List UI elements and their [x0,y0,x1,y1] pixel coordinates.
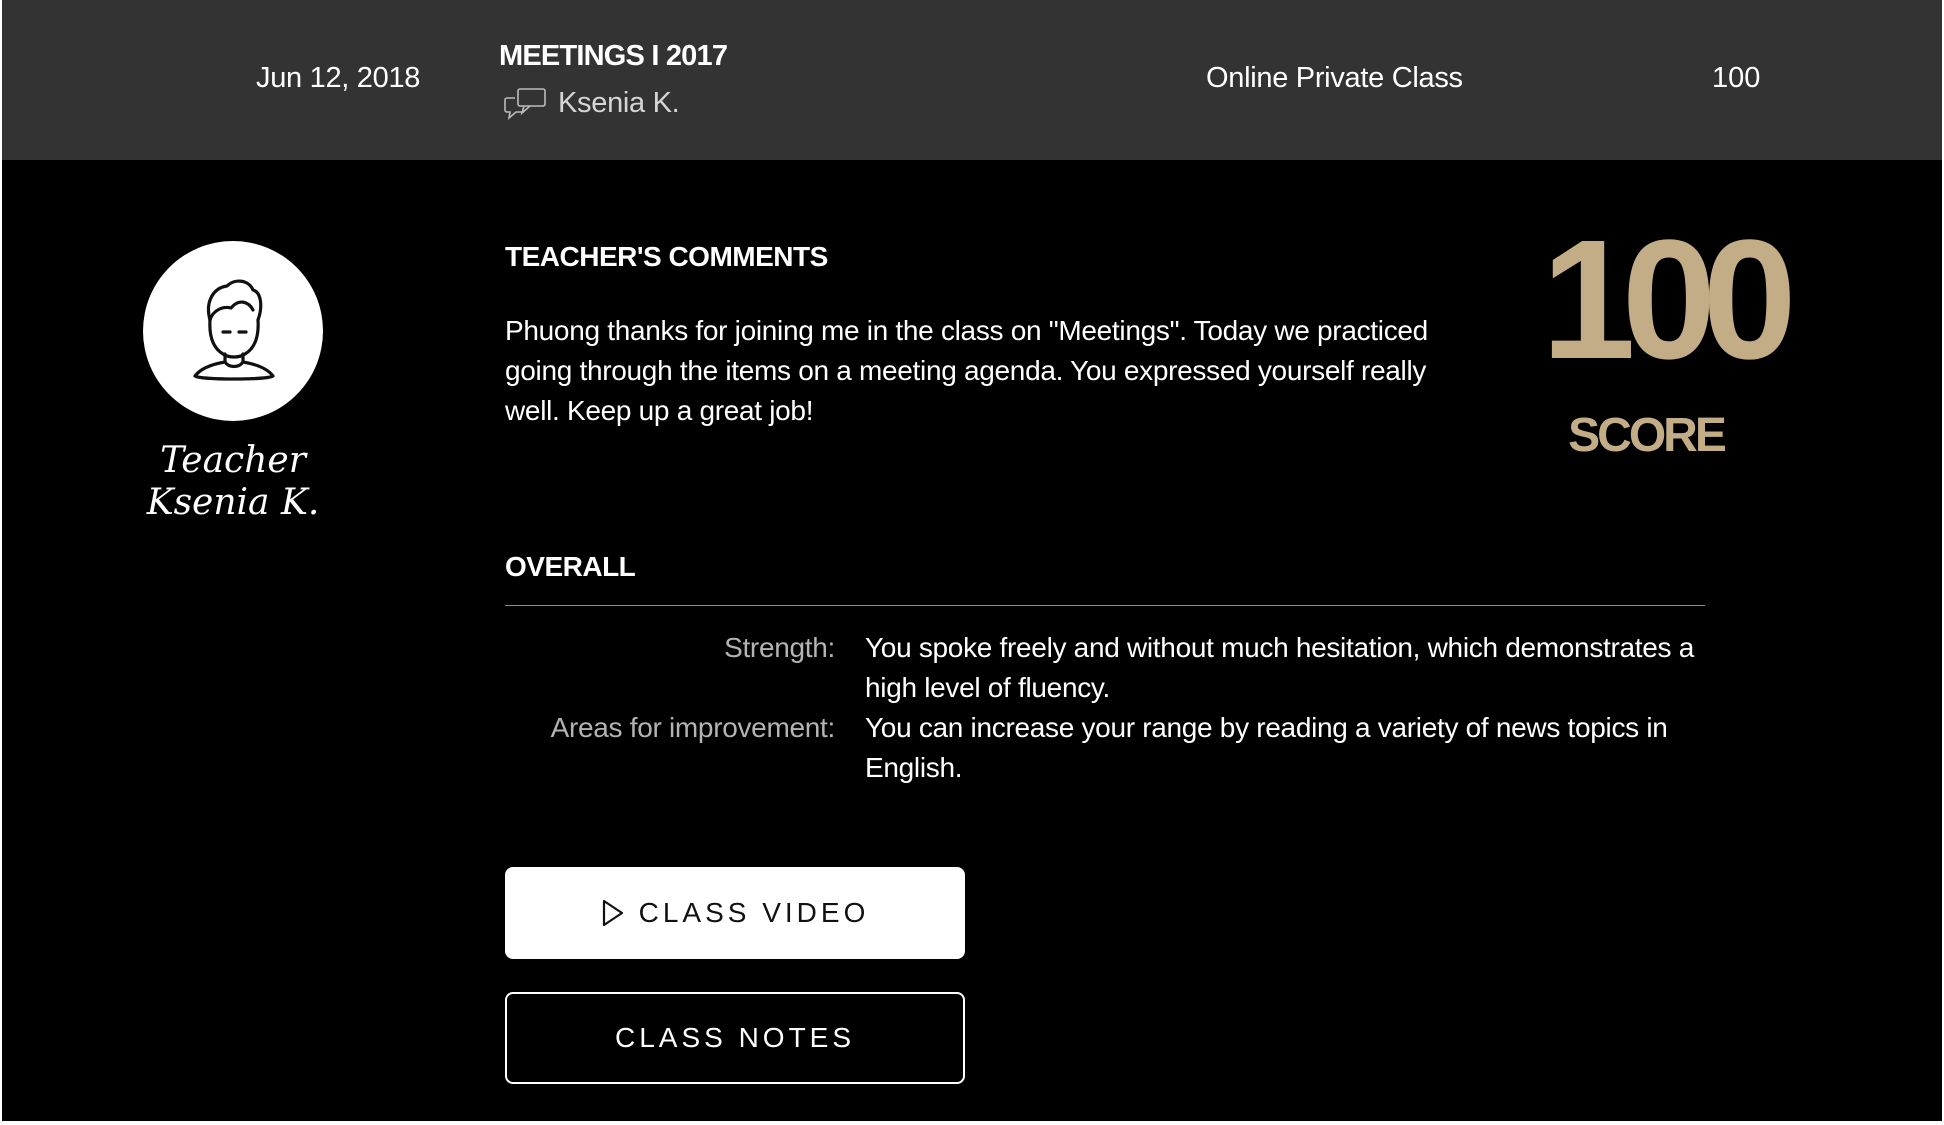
class-type: Online Private Class [1206,62,1463,94]
comments-text: Phuong thanks for joining me in the clas… [505,315,1428,426]
class-record-page: Jun 12, 2018 MEETINGS I 2017 Ksenia K. O… [2,0,1942,1121]
score-value: 100 [1541,205,1797,395]
section-divider [505,605,1705,606]
score-label: SCORE [1568,409,1727,462]
class-video-label: CLASS VIDEO [638,897,870,928]
comments-heading: TEACHER'S COMMENTS [505,241,828,272]
chat-bubbles-icon [502,86,548,120]
strength-label: Strength: [724,632,835,663]
header-teacher-name: Ksenia K. [558,86,680,119]
teacher-role: Teacher [160,440,306,481]
header-teacher: Ksenia K. [502,86,680,120]
play-icon [601,898,625,928]
class-video-button[interactable]: CLASS VIDEO [505,867,965,959]
teacher-caption: Teacher Ksenia K. [102,440,364,524]
improvement-label: Areas for improvement: [550,712,836,743]
class-header[interactable]: Jun 12, 2018 MEETINGS I 2017 Ksenia K. O… [2,0,1942,160]
class-notes-label: CLASS NOTES [614,1022,856,1053]
overall-heading: OVERALL [505,551,636,582]
teacher-name: Ksenia K. [146,482,320,523]
class-date: Jun 12, 2018 [256,62,421,94]
header-score: 100 [1712,62,1761,94]
improvement-text: You can increase your range by reading a… [865,712,1668,783]
strength-text: You spoke freely and without much hesita… [865,632,1694,703]
class-notes-button[interactable]: CLASS NOTES [505,992,965,1084]
teacher-avatar [143,241,323,421]
class-title: MEETINGS I 2017 [499,40,728,72]
person-avatar-icon [183,276,283,386]
